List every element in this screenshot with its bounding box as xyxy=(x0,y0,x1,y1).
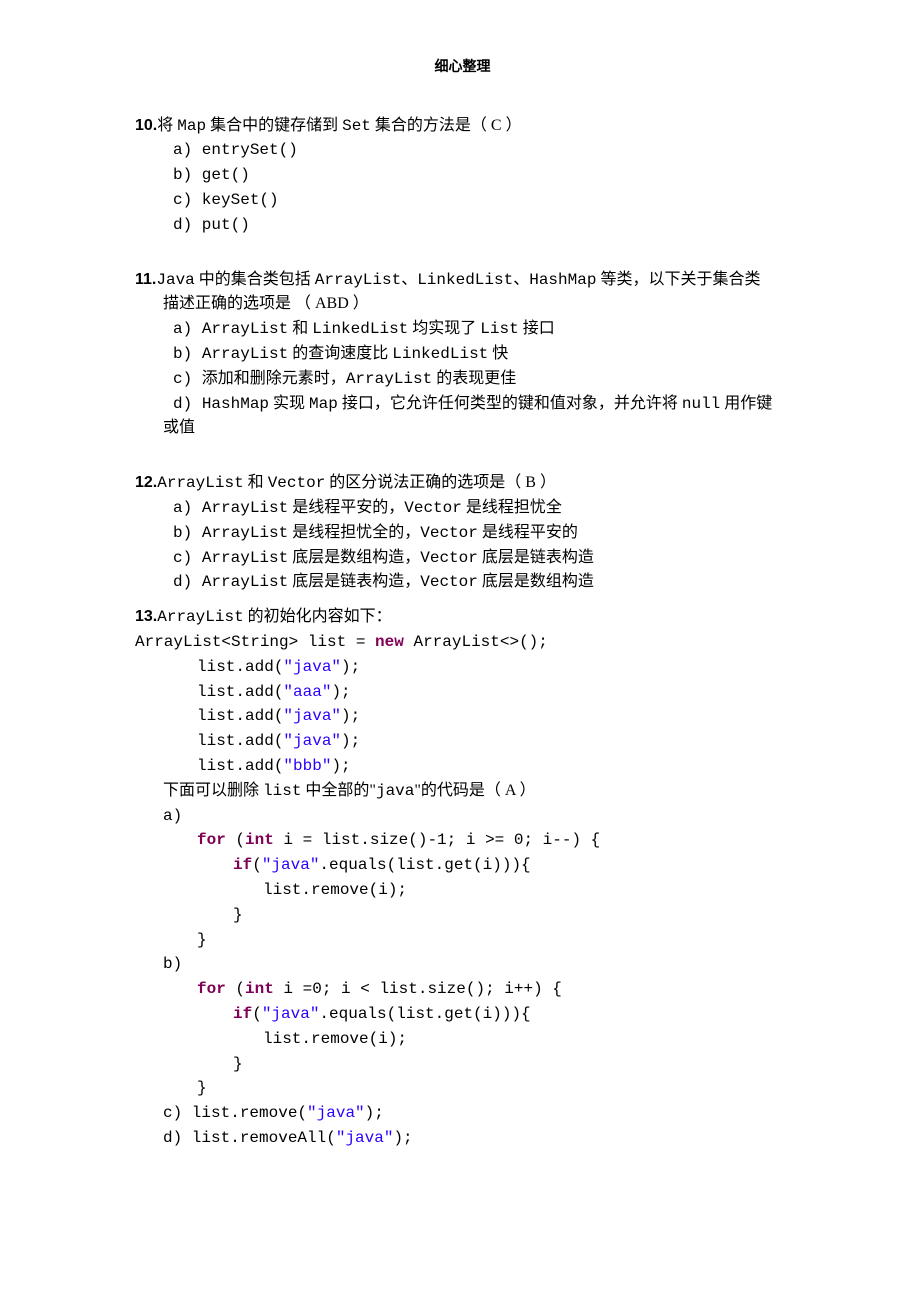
q13-code-add-5: list.add("bbb"); xyxy=(197,754,790,779)
q12-stem: 12.ArrayList 和 Vector 的区分说法正确的选项是（ B ） xyxy=(135,471,790,496)
q13-opt-b-remove: list.remove(i); xyxy=(263,1027,790,1052)
q13-opt-a-close-outer: } xyxy=(197,928,790,953)
q12-opt-a: a) ArrayList 是线程平安的，Vector 是线程担忧全 xyxy=(173,496,790,521)
q13-opt-b-if: if("java".equals(list.get(i))){ xyxy=(233,1002,790,1027)
q13-code-add-3: list.add("java"); xyxy=(197,704,790,729)
q10-opt-a: a) entrySet() xyxy=(173,138,790,163)
question-11: 11.Java 中的集合类包括 ArrayList、LinkedList、Has… xyxy=(135,268,790,442)
page-header: 细心整理 xyxy=(135,56,790,78)
q10-opt-d: d) put() xyxy=(173,213,790,238)
q12-opt-c: c) ArrayList 底层是数组构造，Vector 底层是链表构造 xyxy=(173,546,790,571)
q11-opt-c: c) 添加和删除元素时，ArrayList 的表现更佳 xyxy=(173,367,790,392)
document-page: 细心整理 10.将 Map 集合中的键存储到 Set 集合的方法是（ C ） a… xyxy=(0,0,920,1302)
q11-opt-d-cont: 或值 xyxy=(163,416,790,441)
q13-opt-b-close-outer: } xyxy=(197,1076,790,1101)
q13-opt-a-label: a) xyxy=(163,804,790,829)
question-13: 13.ArrayList 的初始化内容如下： ArrayList<String>… xyxy=(135,605,790,1151)
q13-number: 13. xyxy=(135,608,157,625)
q13-opt-b-label: b) xyxy=(163,952,790,977)
q12-options: a) ArrayList 是线程平安的，Vector 是线程担忧全 b) Arr… xyxy=(173,496,790,595)
q12-number: 12. xyxy=(135,474,157,491)
q13-opt-a-close-inner: } xyxy=(233,903,790,928)
q13-opt-a-remove: list.remove(i); xyxy=(263,878,790,903)
q12-opt-b: b) ArrayList 是线程担忧全的，Vector 是线程平安的 xyxy=(173,521,790,546)
q10-options: a) entrySet() b) get() c) keySet() d) pu… xyxy=(173,138,790,237)
q13-code-add-1: list.add("java"); xyxy=(197,655,790,680)
q13-code-init: ArrayList<String> list = new ArrayList<>… xyxy=(135,630,790,655)
q10-opt-b: b) get() xyxy=(173,163,790,188)
q11-opt-b: b) ArrayList 的查询速度比 LinkedList 快 xyxy=(173,342,790,367)
q11-opt-a: a) ArrayList 和 LinkedList 均实现了 List 接口 xyxy=(173,317,790,342)
q10-number: 10. xyxy=(135,117,157,134)
q13-code-add-4: list.add("java"); xyxy=(197,729,790,754)
question-12: 12.ArrayList 和 Vector 的区分说法正确的选项是（ B ） a… xyxy=(135,471,790,595)
q13-opt-a-if: if("java".equals(list.get(i))){ xyxy=(233,853,790,878)
q13-opt-a-for: for (int i = list.size()-1; i >= 0; i--)… xyxy=(197,828,790,853)
q11-options: a) ArrayList 和 LinkedList 均实现了 List 接口 b… xyxy=(173,317,790,416)
q13-ask: 下面可以删除 list 中全部的"java"的代码是（ A ） xyxy=(163,779,790,804)
q11-stem-cont: 描述正确的选项是 （ ABD ） xyxy=(163,292,790,317)
q11-stem: 11.Java 中的集合类包括 ArrayList、LinkedList、Has… xyxy=(135,268,790,293)
q13-stem: 13.ArrayList 的初始化内容如下： xyxy=(135,605,790,630)
q13-opt-d: d) list.removeAll("java"); xyxy=(163,1126,790,1151)
q13-opt-b-for: for (int i =0; i < list.size(); i++) { xyxy=(197,977,790,1002)
q13-opt-c: c) list.remove("java"); xyxy=(163,1101,790,1126)
q10-stem: 10.将 Map 集合中的键存储到 Set 集合的方法是（ C ） xyxy=(135,114,790,139)
q13-code-add-2: list.add("aaa"); xyxy=(197,680,790,705)
q11-opt-d: d) HashMap 实现 Map 接口，它允许任何类型的键和值对象，并允许将 … xyxy=(173,392,790,417)
q11-number: 11. xyxy=(135,271,156,288)
question-10: 10.将 Map 集合中的键存储到 Set 集合的方法是（ C ） a) ent… xyxy=(135,114,790,238)
q13-opt-b-close-inner: } xyxy=(233,1052,790,1077)
q12-opt-d: d) ArrayList 底层是链表构造，Vector 底层是数组构造 xyxy=(173,570,790,595)
q10-opt-c: c) keySet() xyxy=(173,188,790,213)
